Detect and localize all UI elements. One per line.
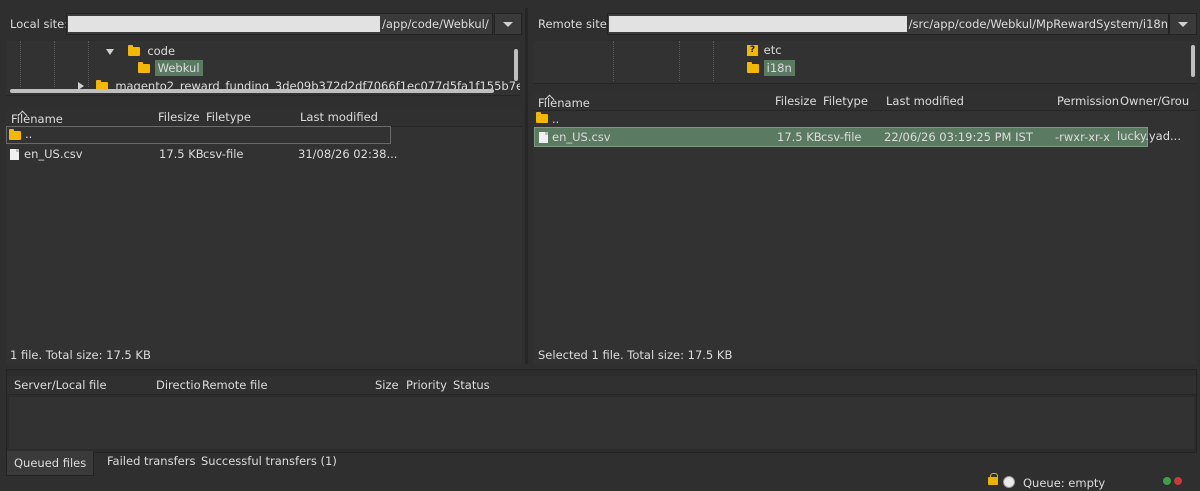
local-path-dropdown-button[interactable] — [494, 13, 522, 35]
file-name: en_US.csv — [24, 147, 83, 161]
column-header-filesize[interactable]: Filesize — [775, 94, 817, 108]
local-tree-hscrollbar[interactable] — [10, 89, 494, 93]
file-icon — [10, 149, 19, 160]
table-row[interactable]: .. — [6, 126, 391, 144]
file-size: 17.5 KB — [159, 147, 204, 161]
column-header-remote-file[interactable]: Remote file — [202, 378, 268, 392]
remote-path-text: /src/app/code/Webkul/MpRewardSystem/i18n — [908, 17, 1168, 31]
table-row-selected[interactable]: en_US.csv 17.5 KB csv-file 22/06/26 03:1… — [534, 127, 1148, 147]
column-header-filetype[interactable]: Filetype — [206, 110, 251, 124]
tree-item-label: i18n — [763, 60, 795, 76]
local-tree-vscrollbar[interactable] — [514, 49, 518, 81]
folder-icon — [9, 129, 21, 140]
expanded-arrow-icon — [106, 49, 114, 55]
local-status-text: 1 file. Total size: 17.5 KB — [10, 348, 151, 362]
folder-icon — [138, 62, 150, 73]
file-name: en_US.csv — [552, 130, 611, 144]
owner-cell: lucky.yad... — [1117, 127, 1197, 145]
tab-label: Queued files — [14, 456, 87, 470]
tree-item-label: Webkul — [154, 60, 203, 76]
file-modified: 22/06/26 03:19:25 PM IST — [884, 130, 1033, 144]
table-row[interactable]: en_US.csv 17.5 KB csv-file 31/08/26 02:3… — [6, 145, 522, 163]
tree-item-label: code — [147, 44, 176, 58]
file-permission: -rwxr-xr-x — [1055, 130, 1110, 144]
column-header-permission[interactable]: Permission — [1057, 94, 1119, 108]
remote-file-list[interactable]: Filename Filesize Filetype Last modified… — [533, 92, 1197, 364]
tree-item-label: etc — [763, 43, 782, 57]
queue-header: Server/Local file Directio Remote file S… — [7, 376, 1196, 395]
chevron-down-icon — [1178, 21, 1188, 27]
column-header-server-local[interactable]: Server/Local file — [14, 378, 107, 392]
local-tree-item-webkul[interactable]: Webkul — [138, 60, 203, 76]
remote-site-bar: Remote site: /src/app/code/Webkul/MpRewa… — [533, 12, 1197, 36]
tab-queued-files[interactable]: Queued files — [6, 451, 94, 476]
remote-file-list-header: Filename Filesize Filetype Last modified… — [533, 92, 1197, 111]
queue-tabs: Queued files Failed transfers Successful… — [6, 451, 1195, 476]
remote-site-label: Remote site: — [538, 17, 611, 31]
local-tree-item-code[interactable]: code — [106, 44, 175, 58]
speed-limit-icon[interactable] — [1003, 476, 1015, 488]
column-header-last-modified[interactable]: Last modified — [886, 94, 964, 108]
file-name: .. — [552, 112, 560, 126]
file-modified: 31/08/26 02:38... — [298, 147, 398, 161]
column-header-filetype[interactable]: Filetype — [823, 94, 868, 108]
folder-icon — [127, 45, 140, 56]
unknown-folder-icon: ? — [747, 45, 758, 56]
column-header-filesize[interactable]: Filesize — [158, 110, 200, 124]
table-row[interactable]: .. — [533, 110, 1197, 127]
remote-path-input[interactable]: /src/app/code/Webkul/MpRewardSystem/i18n — [607, 13, 1169, 35]
local-file-list[interactable]: Filename Filesize Filetype Last modified… — [6, 108, 522, 364]
local-site-label: Local site: — [10, 17, 69, 31]
file-type: csv-file — [821, 130, 862, 144]
local-tree[interactable]: code Webkul magento2_reward_funding_3de0… — [6, 41, 520, 96]
column-header-direction[interactable]: Directio — [156, 378, 201, 392]
remote-tree-vscrollbar[interactable] — [1191, 45, 1195, 77]
file-name: .. — [25, 127, 33, 141]
remote-path-dropdown-button[interactable] — [1169, 13, 1197, 35]
file-icon — [539, 132, 548, 143]
remote-tree-item-i18n[interactable]: i18n — [747, 60, 795, 76]
local-path-input[interactable]: /app/code/Webkul/ — [66, 13, 493, 35]
queue-panel: Server/Local file Directio Remote file S… — [6, 369, 1197, 453]
file-type: csv-file — [203, 147, 244, 161]
local-path-redaction — [68, 16, 380, 32]
chevron-down-icon — [503, 21, 513, 27]
status-bar: Queue: empty — [0, 473, 1200, 491]
queue-status-text: Queue: empty — [1023, 476, 1106, 490]
tab-label: Failed transfers — [107, 454, 196, 468]
remote-tree-item-etc[interactable]: ? etc — [747, 43, 782, 57]
remote-status-text: Selected 1 file. Total size: 17.5 KB — [538, 348, 733, 362]
folder-icon — [536, 112, 548, 123]
local-file-list-header: Filename Filesize Filetype Last modified — [6, 108, 522, 127]
pane-splitter[interactable] — [525, 8, 528, 364]
remote-tree[interactable]: ? etc i18n — [533, 41, 1197, 84]
file-owner: lucky.yad... — [1117, 129, 1181, 143]
column-header-priority[interactable]: Priority — [406, 378, 447, 392]
column-header-owner[interactable]: Owner/Grou — [1120, 94, 1189, 108]
tab-label: Successful transfers (1) — [201, 454, 337, 468]
file-size: 17.5 KB — [777, 130, 822, 144]
lock-shackle-icon — [990, 473, 998, 479]
column-header-last-modified[interactable]: Last modified — [300, 110, 378, 124]
column-header-status[interactable]: Status — [453, 378, 490, 392]
local-site-bar: Local site: /app/code/Webkul/ — [6, 12, 522, 36]
remote-path-redaction — [609, 16, 907, 32]
local-path-text: /app/code/Webkul/ — [382, 17, 489, 31]
queue-list[interactable] — [9, 397, 1194, 449]
upload-indicator-icon — [1163, 477, 1171, 485]
download-indicator-icon — [1174, 477, 1182, 485]
folder-icon — [747, 62, 759, 73]
column-header-size[interactable]: Size — [375, 378, 399, 392]
